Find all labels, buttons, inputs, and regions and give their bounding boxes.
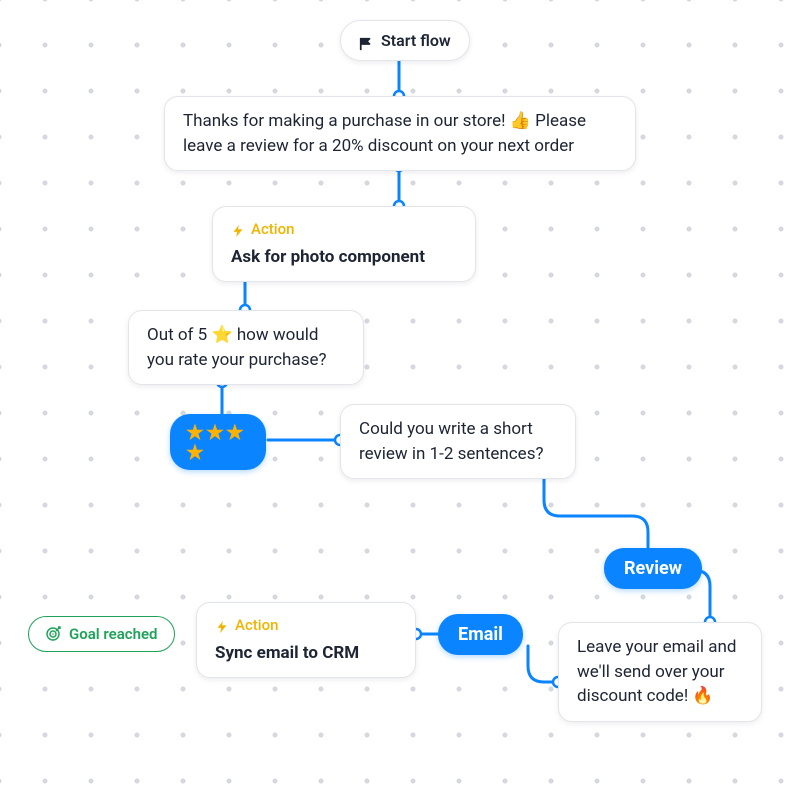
message-thanks[interactable]: Thanks for making a purchase in our stor… [164,96,636,171]
action-tag-text: Action [251,219,294,241]
chip-label: Email [458,624,503,645]
message-email-ask[interactable]: Leave your email and we'll send over you… [558,622,762,722]
goal-badge[interactable]: Goal reached [28,616,175,652]
message-rate[interactable]: Out of 5 ⭐ how would you rate your purch… [128,310,364,385]
start-node[interactable]: Start flow [340,20,470,61]
email-chip[interactable]: Email [438,614,523,655]
message-text: Leave your email and we'll send over you… [577,637,737,706]
message-text: Thanks for making a purchase in our stor… [183,111,586,156]
goal-label: Goal reached [69,625,158,643]
star-icon: ★ [226,422,244,442]
flag-icon [359,34,373,48]
star-icon: ★ [206,422,224,442]
star-icon: ★ [186,442,204,462]
action-title: Ask for photo component [231,245,457,270]
action-tag-text: Action [235,615,278,637]
message-review-ask[interactable]: Could you write a short review in 1-2 se… [340,404,576,479]
action-tag: Action [231,219,457,241]
action-crm-node[interactable]: Action Sync email to CRM [196,602,416,678]
chip-label: Review [624,558,682,579]
message-text: Could you write a short review in 1-2 se… [359,419,544,464]
action-tag: Action [215,615,397,637]
message-text: Out of 5 ⭐ how would you rate your purch… [147,325,327,370]
start-label: Start flow [381,29,451,52]
star-icon: ★ [186,422,204,442]
target-icon [45,626,61,642]
bolt-icon [231,223,245,237]
bolt-icon [215,619,229,633]
review-chip[interactable]: Review [604,548,702,589]
action-photo-node[interactable]: Action Ask for photo component [212,206,476,282]
stars-chip[interactable]: ★ ★ ★ ★ [170,414,266,470]
action-title: Sync email to CRM [215,641,397,666]
